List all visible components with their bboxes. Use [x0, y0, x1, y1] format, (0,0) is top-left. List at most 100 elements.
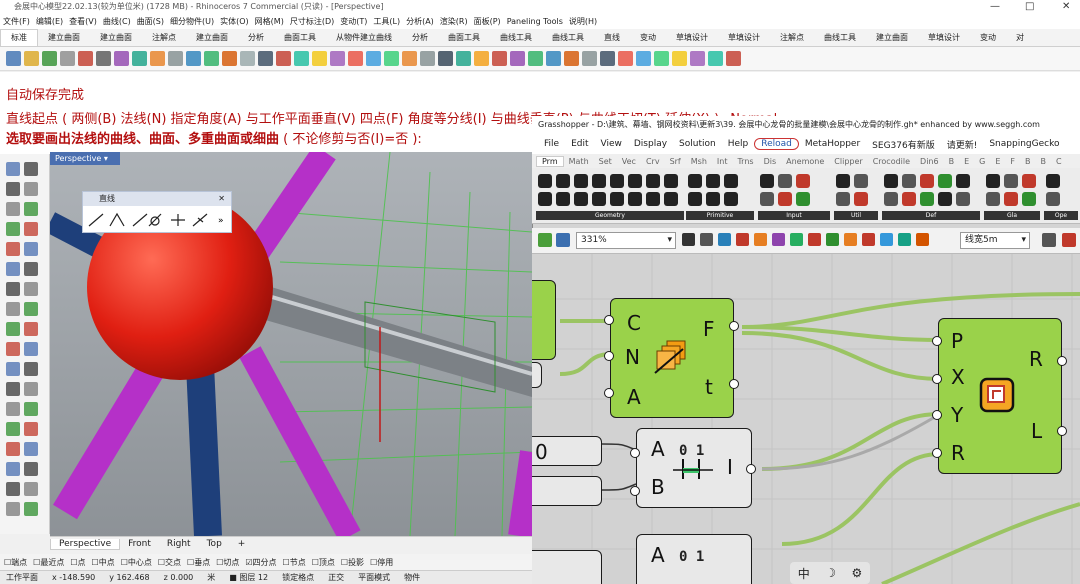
toolbar-icon[interactable]: [600, 51, 615, 66]
rhino-toolbar-tab[interactable]: 建立曲面: [186, 30, 238, 46]
toolbar-icon[interactable]: [690, 51, 705, 66]
left-tool-icon[interactable]: [6, 202, 20, 216]
gh-ribbon-icon[interactable]: [724, 192, 738, 206]
gh-menu-item[interactable]: MetaHopper: [799, 139, 866, 149]
plus-icon[interactable]: +: [230, 539, 254, 549]
line-tool-icons[interactable]: »: [83, 206, 233, 232]
viewport-tab[interactable]: Right: [159, 539, 199, 549]
gh-tab[interactable]: B: [944, 157, 960, 166]
rhino-menu-item[interactable]: 文件(F): [0, 16, 33, 27]
osnap-item[interactable]: ☐顶点: [312, 557, 335, 568]
gh-ribbon-icon[interactable]: [664, 174, 678, 188]
rhino-menu-item[interactable]: 网格(M): [252, 16, 287, 27]
status-object[interactable]: 物件: [404, 572, 420, 583]
gh-tab[interactable]: F: [1005, 157, 1020, 166]
toolbar-icon[interactable]: [438, 51, 453, 66]
gh-tab[interactable]: Clipper: [829, 157, 867, 166]
gh-ribbon-icon[interactable]: [956, 174, 970, 188]
left-tool-icon[interactable]: [24, 242, 38, 256]
gh-ribbon-icon[interactable]: [836, 174, 850, 188]
toolbar-icon[interactable]: [564, 51, 579, 66]
toolbar-icon[interactable]: [168, 51, 183, 66]
line-panel-header[interactable]: 直线 ✕: [83, 192, 231, 206]
gh-ribbon-icon[interactable]: [688, 192, 702, 206]
gear-icon[interactable]: ⚙: [851, 566, 862, 580]
moon-icon[interactable]: ☽: [825, 566, 836, 580]
gh-display-icon[interactable]: [916, 233, 929, 246]
gh-ribbon-icon[interactable]: [920, 174, 934, 188]
gh-ribbon-icon[interactable]: [1004, 174, 1018, 188]
gh-display-icon[interactable]: [790, 233, 803, 246]
gh-ribbon-icon[interactable]: [836, 192, 850, 206]
osnap-item[interactable]: ☑四分点: [245, 557, 276, 568]
left-tool-icon[interactable]: [6, 422, 20, 436]
viewport-title[interactable]: Perspective ▾: [50, 152, 120, 165]
osnap-item[interactable]: ☐停用: [370, 557, 393, 568]
gh-ribbon-icon[interactable]: [854, 192, 868, 206]
osnap-item[interactable]: ☐最近点: [33, 557, 64, 568]
rhino-toolbar-tab[interactable]: 对: [1006, 30, 1034, 46]
gh-menu-item[interactable]: Edit: [565, 139, 594, 149]
rhino-toolbar-tab[interactable]: 分析: [238, 30, 274, 46]
toolbar-icon[interactable]: [528, 51, 543, 66]
gh-tab[interactable]: E: [990, 157, 1005, 166]
gh-ribbon-icon[interactable]: [778, 192, 792, 206]
osnap-item[interactable]: ☐点: [70, 557, 85, 568]
toolbar-icon[interactable]: [546, 51, 561, 66]
osnap-item[interactable]: ☐切点: [216, 557, 239, 568]
gh-ribbon-icon[interactable]: [1022, 174, 1036, 188]
toolbar-icon[interactable]: [276, 51, 291, 66]
toolbar-icon[interactable]: [474, 51, 489, 66]
gh-tab[interactable]: Math: [564, 157, 594, 166]
rhino-menu-item[interactable]: 尺寸标注(D): [287, 16, 337, 27]
osnap-item[interactable]: ☐投影: [341, 557, 364, 568]
gh-line-sdl-component[interactable]: P X Y R R L: [938, 318, 1062, 474]
gh-display-icon[interactable]: [772, 233, 785, 246]
gh-menu-item[interactable]: File: [538, 139, 565, 149]
gh-ribbon-icon[interactable]: [646, 192, 660, 206]
gh-menu-item[interactable]: Reload: [754, 138, 799, 150]
left-tool-icon[interactable]: [24, 402, 38, 416]
left-tool-icon[interactable]: [6, 442, 20, 456]
status-layer[interactable]: ■ 图层 12: [229, 572, 268, 583]
gh-tab[interactable]: Msh: [686, 157, 712, 166]
gh-ribbon-icon[interactable]: [956, 192, 970, 206]
gh-menu-item[interactable]: 请更新!: [941, 138, 984, 151]
rhino-menu-item[interactable]: 曲线(C): [100, 16, 134, 27]
gh-ribbon-icon[interactable]: [556, 174, 570, 188]
left-tool-icon[interactable]: [6, 222, 20, 236]
status-planar[interactable]: 平面模式: [358, 572, 390, 583]
rhino-toolbar-tab[interactable]: 曲线工具: [814, 30, 866, 46]
osnap-item[interactable]: ☐中点: [92, 557, 115, 568]
rhino-toolbar-tab[interactable]: 注解点: [142, 30, 186, 46]
gh-number-panel-2[interactable]: [532, 476, 602, 506]
rhino-menu-item[interactable]: 面板(P): [471, 16, 504, 27]
minimize-button[interactable]: —: [990, 0, 1000, 13]
toolbar-icon[interactable]: [582, 51, 597, 66]
maximize-button[interactable]: □: [1025, 0, 1034, 13]
left-tool-icon[interactable]: [6, 182, 20, 196]
gh-display-icon[interactable]: [736, 233, 749, 246]
toolbar-icon[interactable]: [366, 51, 381, 66]
left-tool-icon[interactable]: [24, 222, 38, 236]
gh-ribbon-icon[interactable]: [938, 174, 952, 188]
preview-select[interactable]: 线宽5m ▾: [960, 232, 1030, 249]
close-icon[interactable]: ✕: [218, 192, 225, 206]
gh-menu-item[interactable]: Help: [722, 139, 755, 149]
gh-ribbon-icon[interactable]: [778, 174, 792, 188]
rhino-menu-item[interactable]: 细分物件(U): [167, 16, 217, 27]
rhino-menu-item[interactable]: 说明(H): [566, 16, 600, 27]
gh-tab[interactable]: E: [959, 157, 974, 166]
left-tool-icon[interactable]: [24, 422, 38, 436]
left-tool-icon[interactable]: [6, 462, 20, 476]
zoom-select[interactable]: 331% ▾: [576, 232, 676, 249]
gh-tab[interactable]: Din6: [915, 157, 944, 166]
command-prompt[interactable]: 选取要画出法线的曲线、曲面、多重曲面或细曲 ( 不论修剪与否(I)=否 ):: [6, 128, 422, 147]
gh-ribbon-icon[interactable]: [1004, 192, 1018, 206]
gh-tab[interactable]: Crv: [641, 157, 665, 166]
gh-ribbon-icon[interactable]: [706, 174, 720, 188]
left-tool-icon[interactable]: [6, 482, 20, 496]
rhino-menu-item[interactable]: Paneling Tools: [504, 17, 566, 26]
rhino-toolbar-tab[interactable]: 直线: [594, 30, 630, 46]
rhino-menu-item[interactable]: 渲染(R): [437, 16, 471, 27]
